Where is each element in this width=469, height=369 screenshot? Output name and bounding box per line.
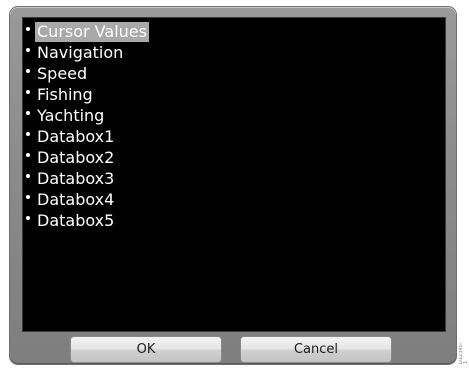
bullet-icon: [26, 90, 30, 94]
list-item-fishing[interactable]: Fishing: [26, 85, 95, 105]
figure-reference-code: D12345-1: [459, 342, 467, 364]
list-item-label: Cursor Values: [35, 22, 149, 42]
bullet-icon: [26, 111, 30, 115]
bullet-icon: [26, 216, 30, 220]
list-item-databox4[interactable]: Databox4: [26, 190, 116, 210]
list-item-label: Yachting: [37, 106, 105, 125]
bullet-icon: [26, 48, 30, 52]
list-item-label: Databox5: [37, 211, 115, 230]
list-item-label: Databox4: [37, 190, 115, 209]
bullet-icon: [26, 27, 30, 31]
list-item-navigation[interactable]: Navigation: [26, 43, 125, 63]
list-item-databox1[interactable]: Databox1: [26, 127, 116, 147]
list-item-label: Navigation: [37, 43, 124, 62]
bullet-icon: [26, 153, 30, 157]
cancel-button[interactable]: Cancel: [240, 336, 392, 363]
list-item-yachting[interactable]: Yachting: [26, 106, 106, 126]
list-item-label: Fishing: [37, 85, 93, 104]
bullet-icon: [26, 195, 30, 199]
data-page-dialog: Cursor Values Navigation Speed Fishing Y…: [10, 7, 456, 364]
ok-button[interactable]: OK: [70, 336, 222, 363]
bullet-icon: [26, 132, 30, 136]
list-item-cursor-values[interactable]: Cursor Values: [26, 22, 149, 42]
list-item-databox5[interactable]: Databox5: [26, 211, 116, 231]
list-item-databox3[interactable]: Databox3: [26, 169, 116, 189]
bullet-icon: [26, 174, 30, 178]
list-item-label: Databox3: [37, 169, 115, 188]
bullet-icon: [26, 69, 30, 73]
list-item-label: Databox2: [37, 148, 115, 167]
list-item-databox2[interactable]: Databox2: [26, 148, 116, 168]
list-item-label: Databox1: [37, 127, 115, 146]
list-item-speed[interactable]: Speed: [26, 64, 89, 84]
data-page-list[interactable]: Cursor Values Navigation Speed Fishing Y…: [22, 17, 446, 332]
list-item-label: Speed: [37, 64, 88, 83]
